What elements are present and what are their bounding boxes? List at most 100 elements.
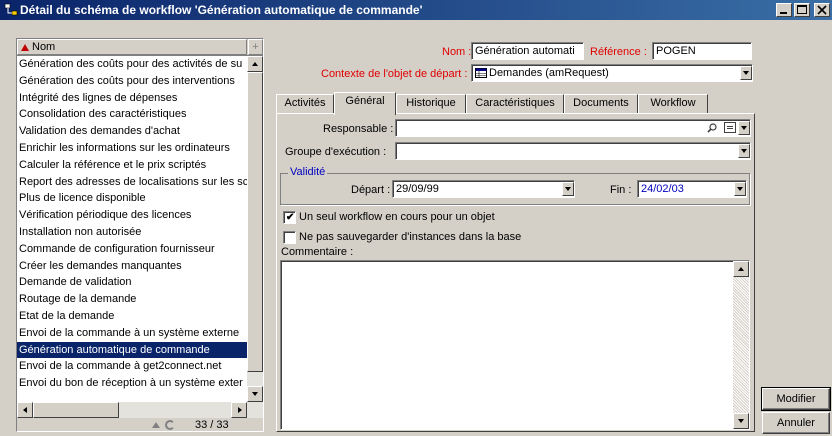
- list-item[interactable]: Envoi de la commande à un système extern…: [17, 325, 247, 342]
- list-item[interactable]: Calculer la référence et le prix scripté…: [17, 157, 247, 174]
- tab-documents[interactable]: Documents: [564, 94, 638, 114]
- add-column-button[interactable]: +: [248, 39, 263, 55]
- list-item[interactable]: Génération des coûts pour des interventi…: [17, 73, 247, 90]
- context-dropdown-button[interactable]: [740, 66, 752, 80]
- chevron-down-icon: [565, 187, 571, 191]
- list-status-bar: 33 / 33: [17, 418, 263, 431]
- list-item[interactable]: Créer les demandes manquantes: [17, 258, 247, 275]
- search-icon[interactable]: [707, 123, 717, 133]
- list-item[interactable]: Envoi du bon de réception à un système e…: [17, 375, 247, 392]
- nom-value: Génération automati: [475, 45, 575, 57]
- fin-field[interactable]: 24/02/03: [637, 180, 747, 198]
- list-item[interactable]: Intégrité des lignes de dépenses: [17, 90, 247, 107]
- list-vertical-scrollbar[interactable]: [247, 56, 263, 402]
- list-item[interactable]: Enrichir les informations sur les ordina…: [17, 140, 247, 157]
- arrow-up-icon: [252, 62, 258, 66]
- tab-workflow[interactable]: Workflow: [638, 94, 708, 114]
- window-title: Détail du schéma de workflow 'Génération…: [20, 3, 423, 17]
- list-item[interactable]: Installation non autorisée: [17, 224, 247, 241]
- list-item[interactable]: Génération automatique de commande: [17, 341, 247, 359]
- responsable-dropdown-button[interactable]: [738, 121, 750, 135]
- list-item[interactable]: Plus de licence disponible: [17, 190, 247, 207]
- list-header: Nom +: [17, 39, 263, 56]
- chevron-down-icon: [741, 126, 747, 130]
- reference-field[interactable]: POGEN: [652, 42, 752, 60]
- groupe-field[interactable]: [395, 142, 751, 160]
- single-workflow-checkbox[interactable]: ✔: [283, 211, 296, 224]
- fin-value: 24/02/03: [641, 183, 684, 195]
- scroll-left-button[interactable]: [17, 402, 33, 418]
- list-item[interactable]: Génération des coûts pour des activités …: [17, 56, 247, 73]
- arrow-down-icon: [738, 419, 744, 423]
- context-label: Contexte de l'objet de départ :: [321, 68, 468, 80]
- no-save-instances-checkbox[interactable]: [283, 231, 296, 244]
- cancel-button[interactable]: Annuler: [762, 412, 830, 434]
- comment-textarea[interactable]: [280, 260, 750, 430]
- list-item[interactable]: Routage de la demande: [17, 291, 247, 308]
- arrow-up-icon: [738, 267, 744, 271]
- tab-general[interactable]: Général: [334, 92, 396, 115]
- fin-label: Fin :: [610, 184, 632, 196]
- vertical-scroll-thumb[interactable]: [247, 72, 263, 372]
- workflow-list-panel: Nom + Génération des coûts pour des acti…: [16, 38, 264, 432]
- validity-legend: Validité: [288, 166, 328, 178]
- responsable-field[interactable]: [395, 119, 751, 137]
- depart-dropdown-button[interactable]: [562, 182, 574, 196]
- tab-historique[interactable]: Historique: [396, 94, 466, 114]
- minimize-button[interactable]: [776, 3, 792, 17]
- single-workflow-label[interactable]: Un seul workflow en cours pour un objet: [299, 211, 495, 223]
- tab-activites[interactable]: Activités: [276, 94, 334, 114]
- workflow-icon: [4, 3, 18, 16]
- modify-button[interactable]: Modifier: [761, 387, 831, 411]
- horizontal-scroll-thumb[interactable]: [33, 402, 119, 418]
- responsable-label: Responsable :: [323, 123, 394, 135]
- reference-value: POGEN: [656, 45, 696, 57]
- minimize-icon: [780, 12, 787, 14]
- plus-icon: +: [252, 41, 259, 53]
- list-item[interactable]: Validation des demandes d'achat: [17, 123, 247, 140]
- arrow-left-icon: [23, 407, 27, 413]
- arrow-right-icon: [238, 407, 242, 413]
- list-item[interactable]: Envoi de la commande à get2connect.net: [17, 358, 247, 375]
- refresh-icon[interactable]: [165, 420, 175, 430]
- column-header-label: Nom: [32, 41, 56, 53]
- chevron-down-icon: [743, 71, 749, 75]
- maximize-button[interactable]: [794, 3, 810, 17]
- cancel-label: Annuler: [777, 417, 815, 429]
- list-item[interactable]: Vérification périodique des licences: [17, 207, 247, 224]
- fin-dropdown-button[interactable]: [734, 182, 746, 196]
- context-select[interactable]: Demandes (amRequest): [471, 64, 753, 82]
- list-item[interactable]: Consolidation des caractéristiques: [17, 106, 247, 123]
- scroll-right-button[interactable]: [231, 402, 247, 418]
- modify-label: Modifier: [776, 393, 816, 405]
- groupe-label: Groupe d'exécution :: [285, 146, 387, 158]
- list-item[interactable]: Report des adresses de localisations sur…: [17, 174, 247, 191]
- list-item[interactable]: Demande de validation: [17, 274, 247, 291]
- navigate-up-icon[interactable]: [152, 422, 160, 428]
- depart-value: 29/09/99: [396, 183, 439, 195]
- list-item[interactable]: Commande de configuration fournisseur: [17, 241, 247, 258]
- chevron-down-icon: [737, 187, 743, 191]
- arrow-down-icon: [252, 392, 258, 396]
- list-item[interactable]: Etat de la demande: [17, 308, 247, 325]
- scroll-down-button[interactable]: [247, 386, 263, 402]
- title-bar[interactable]: Détail du schéma de workflow 'Génération…: [0, 0, 832, 20]
- close-icon: [817, 5, 827, 15]
- comment-scroll-up-button[interactable]: [733, 261, 749, 277]
- depart-field[interactable]: 29/09/99: [392, 180, 575, 198]
- context-value: Demandes (amRequest): [489, 67, 609, 79]
- no-save-instances-label[interactable]: Ne pas sauvegarder d'instances dans la b…: [299, 231, 521, 243]
- comment-scroll-down-button[interactable]: [733, 413, 749, 429]
- maximize-icon: [797, 5, 807, 14]
- groupe-dropdown-button[interactable]: [738, 144, 750, 158]
- depart-label: Départ :: [351, 184, 391, 196]
- detail-view-icon[interactable]: [724, 122, 736, 133]
- sort-ascending-icon: [21, 44, 29, 51]
- tab-caracteristiques[interactable]: Caractéristiques: [466, 94, 564, 114]
- scroll-up-button[interactable]: [247, 56, 263, 72]
- column-header-nom[interactable]: Nom: [17, 39, 247, 55]
- close-button[interactable]: [814, 3, 830, 17]
- comment-scrollbar[interactable]: [733, 261, 749, 429]
- nom-field[interactable]: Génération automati: [471, 42, 584, 60]
- list-horizontal-scrollbar[interactable]: [17, 402, 263, 418]
